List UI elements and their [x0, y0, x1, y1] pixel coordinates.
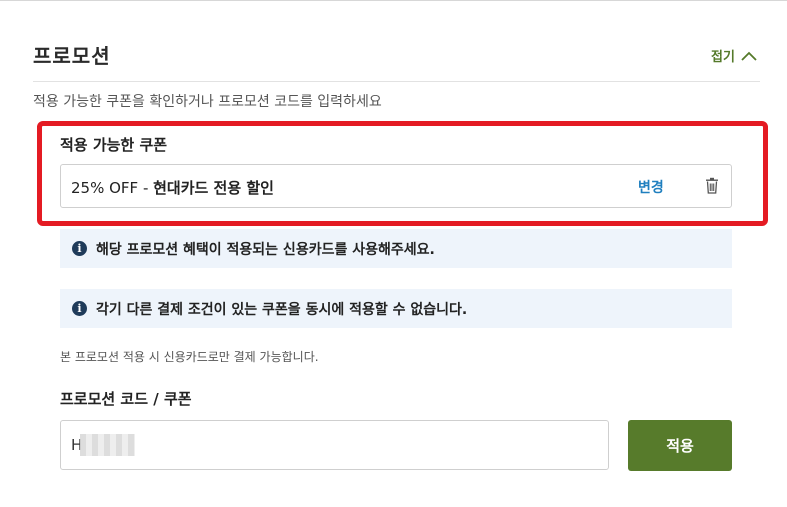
promotion-subtitle: 적용 가능한 쿠폰을 확인하거나 프로모션 코드를 입력하세요	[33, 94, 382, 110]
change-coupon-button[interactable]: 변경	[638, 177, 664, 197]
chevron-up-icon	[741, 51, 757, 61]
coupon-discount: 25% OFF -	[71, 179, 154, 197]
promo-code-input[interactable]: H	[60, 420, 609, 470]
duplicate-coupon-notice: i 각기 다른 결제 조건이 있는 쿠폰을 동시에 적용할 수 없습니다.	[60, 289, 732, 328]
collapse-label: 접기	[711, 50, 735, 65]
promo-code-label: 프로모션 코드 / 쿠폰	[60, 390, 192, 408]
available-coupon-label: 적용 가능한 쿠폰	[60, 136, 168, 154]
payment-note: 본 프로모션 적용 시 신용카드로만 결제 가능합니다.	[60, 350, 319, 364]
coupon-name: 현대카드 전용 할인	[153, 179, 274, 197]
top-divider	[0, 0, 787, 1]
info-icon: i	[72, 301, 87, 316]
card-notice: i 해당 프로모션 혜택이 적용되는 신용카드를 사용해주세요.	[60, 229, 732, 268]
info-icon: i	[72, 241, 87, 256]
promotion-title: 프로모션	[33, 44, 111, 68]
selected-coupon: 25% OFF - 현대카드 전용 할인 변경	[60, 164, 732, 208]
notice-text: 해당 프로모션 혜택이 적용되는 신용카드를 사용해주세요.	[96, 241, 435, 258]
redacted-code	[80, 434, 135, 456]
collapse-button[interactable]: 접기	[711, 46, 757, 65]
notice-text: 각기 다른 결제 조건이 있는 쿠폰을 동시에 적용할 수 없습니다.	[96, 301, 468, 318]
apply-button[interactable]: 적용	[628, 420, 732, 471]
trash-icon[interactable]	[705, 177, 719, 198]
section-divider	[33, 81, 760, 82]
coupon-text: 25% OFF - 현대카드 전용 할인	[71, 177, 274, 198]
